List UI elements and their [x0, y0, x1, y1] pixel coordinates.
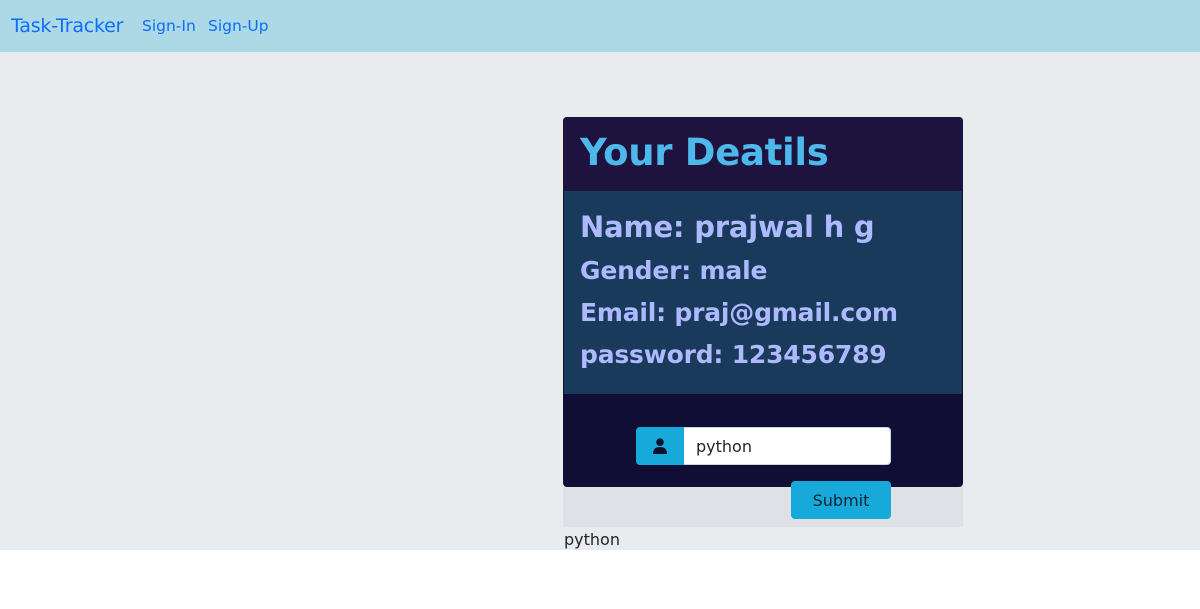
detail-gender: Gender: male: [580, 256, 768, 285]
text-input[interactable]: [684, 427, 891, 465]
navbar-brand[interactable]: Task-Tracker: [11, 13, 123, 39]
details-card: Your Deatils Name: prajwal h g Gender: m…: [563, 117, 963, 487]
card-title: Your Deatils: [580, 131, 829, 174]
user-icon: [636, 427, 684, 465]
input-group: [636, 427, 891, 465]
navbar: Task-Tracker Sign-In Sign-Up: [0, 0, 1200, 52]
detail-password: password: 123456789: [580, 340, 887, 369]
detail-email: Email: praj@gmail.com: [580, 298, 898, 327]
detail-name: Name: prajwal h g: [580, 210, 875, 244]
nav-link-sign-up[interactable]: Sign-Up: [208, 15, 269, 37]
card-body: Name: prajwal h g Gender: male Email: pr…: [564, 191, 962, 394]
card-footer: [563, 487, 963, 527]
submit-button[interactable]: Submit: [791, 481, 891, 519]
card-header: Your Deatils: [563, 117, 963, 191]
echo-text: python: [564, 530, 620, 549]
nav-link-sign-in[interactable]: Sign-In: [142, 15, 196, 37]
